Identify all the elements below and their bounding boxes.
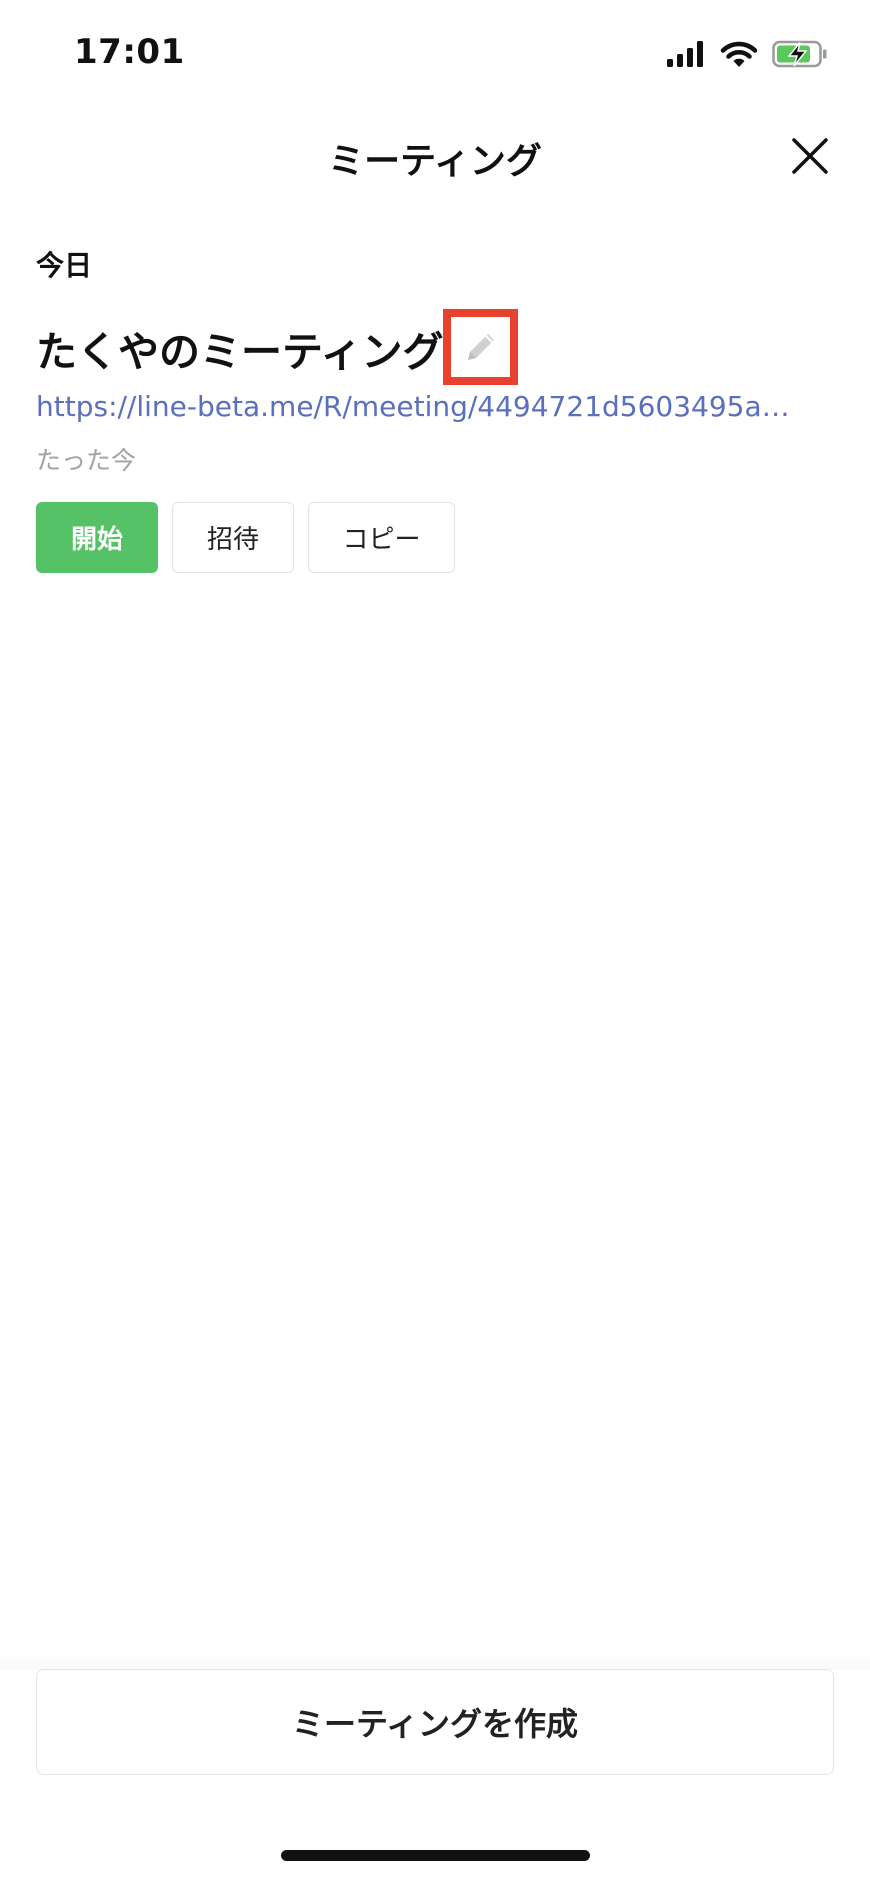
meeting-created-time: たった今 xyxy=(36,446,137,475)
meeting-actions: 開始 招待 コピー xyxy=(36,502,455,573)
page-title: ミーティング xyxy=(328,141,542,182)
home-indicator[interactable] xyxy=(281,1850,590,1861)
status-bar: 17:01 xyxy=(0,0,870,110)
wifi-icon xyxy=(720,40,758,72)
status-icons xyxy=(666,38,828,74)
edit-title-button[interactable] xyxy=(443,309,518,385)
pencil-icon xyxy=(467,334,494,360)
invite-button[interactable]: 招待 xyxy=(172,502,294,573)
cellular-signal-icon xyxy=(666,40,706,72)
close-icon xyxy=(792,138,828,174)
meeting-title: たくやのミーティング xyxy=(36,328,444,376)
close-button[interactable] xyxy=(786,132,834,180)
battery-charging-icon xyxy=(772,39,828,73)
meeting-url-link[interactable]: https://line-beta.me/R/meeting/4494721d5… xyxy=(36,390,796,423)
start-button[interactable]: 開始 xyxy=(36,502,158,573)
nav-bar: ミーティング xyxy=(0,110,870,202)
copy-button[interactable]: コピー xyxy=(308,502,455,573)
create-meeting-button[interactable]: ミーティングを作成 xyxy=(36,1669,834,1775)
meeting-title-row: たくやのミーティング xyxy=(36,318,444,378)
status-time: 17:01 xyxy=(74,32,185,72)
footer-divider xyxy=(0,1650,870,1670)
section-date-label: 今日 xyxy=(36,249,93,282)
